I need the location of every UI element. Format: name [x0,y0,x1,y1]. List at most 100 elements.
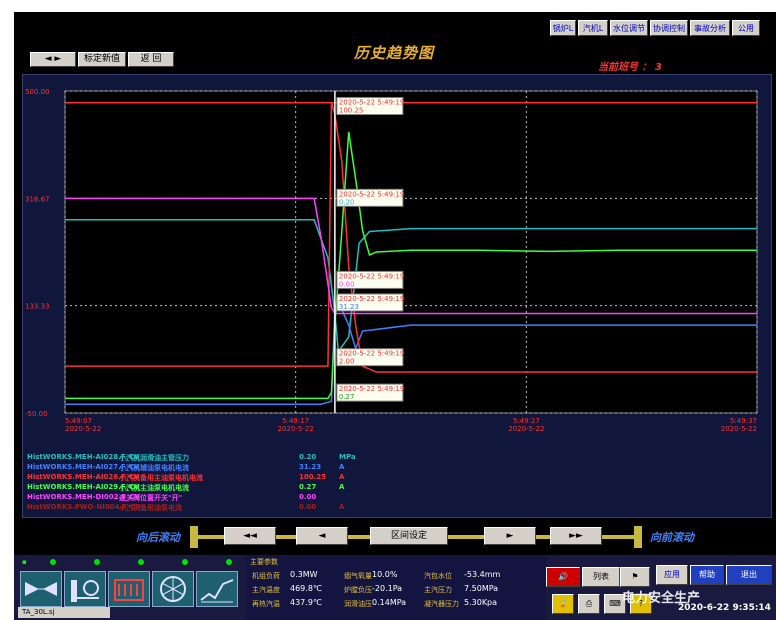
legend-desc: 小汽机备用主油泵电机电流 [119,474,203,482]
param-label: 烟气氧量 [344,572,372,580]
y-tick-label: 133.33 [25,303,50,311]
status-dot [138,559,144,565]
printer-icon[interactable]: ⎙ [578,594,600,614]
nav-common[interactable]: 公用 [732,20,760,36]
step-back-button[interactable]: ◄ [296,527,348,545]
legend-value: 0.00 [299,503,317,511]
plot-area [64,90,758,414]
y-tick-label: 500.00 [25,88,50,96]
y-tick-label: 316.67 [25,195,50,203]
param-label: 主汽温度 [252,586,280,594]
param-label: 再热汽温 [252,600,280,608]
tooltip-value: 31.23 [339,303,359,311]
legend-desc: 小汽机润滑油主管压力 [119,454,189,462]
legend-unit: A [339,473,345,481]
exit-button[interactable]: 退出 [726,565,772,585]
calibrate-button[interactable]: 标定新值 [78,52,126,67]
legend-desc: 速关阀位置开关"开" [119,494,183,502]
status-dot [94,559,100,565]
legend-value: 0.27 [299,483,317,491]
nav-coordination[interactable]: 协调控制 [650,20,688,36]
tooltip-time: 2020-5-22 5:49:19 [339,99,404,107]
param-label: 润滑油压 [344,600,372,608]
trend-chart[interactable]: 500.00316.67133.33-50.005:49:072020-5-22… [23,75,771,517]
flag-icon[interactable]: ⚑ [620,567,650,587]
fast-forward-button[interactable]: ►► [550,527,602,545]
bottom-status-bar: ▪ TA_30L.sj 主要参数 机组负荷 0.3MW 烟气氧量 10.0% 汽包水位 -… [14,555,776,620]
tooltip-time: 2020-5-22 5:49:19 [339,190,404,198]
lock-icon[interactable]: 🔒 [552,594,574,614]
heater-icon[interactable] [108,571,150,607]
main-params-title: 主要参数 [250,558,278,566]
tooltip-time: 2020-5-22 5:49:19 [339,295,404,303]
scroll-forward-label: 向前滚动 [650,531,694,544]
param-value: 0.3MW [290,570,318,579]
x-tick-date: 2020-5-22 [508,425,544,433]
param-value: -53.4mm [464,570,501,579]
x-tick-time: 5:49:27 [513,417,540,425]
status-dot [182,559,188,565]
status-dot [226,559,232,565]
legend-unit: A [339,463,345,471]
tooltip-value: 0.00 [339,280,355,288]
param-label: 汽包水位 [424,572,452,580]
taskbar-window[interactable]: TA_30L.sj [18,607,110,618]
x-tick-date: 2020-5-22 [65,425,101,433]
legend-value: 100.25 [299,473,327,481]
nav-water-level[interactable]: 水位调节 [610,20,648,36]
scroll-right-stop [634,526,642,548]
pan-arrows-button[interactable]: ◄ ► [30,52,76,67]
fan-icon[interactable] [152,571,194,607]
alarm-button[interactable]: 🔊 [546,567,580,587]
param-value: 437.9℃ [290,598,322,607]
param-value: 5.30Kpa [464,598,498,607]
legend-unit: A [339,483,345,491]
param-value: 10.0% [372,570,398,579]
param-value: 469.8℃ [290,584,322,593]
param-label: 机组负荷 [252,572,280,580]
legend-value: 0.20 [299,453,317,461]
nav-boiler[interactable]: 锅炉L [550,20,576,36]
x-tick-date: 2020-5-22 [278,425,314,433]
x-tick-time: 5:49:07 [65,417,92,425]
help-button[interactable]: 帮助 [690,565,724,585]
x-tick-time: 5:49:17 [282,417,309,425]
page-title: 历史趋势图 [354,44,435,62]
step-forward-button[interactable]: ► [484,527,536,545]
x-tick-time: 5:49:37 [730,417,757,425]
param-value: 0.14MPa [372,598,407,607]
nav-turbine[interactable]: 汽机L [578,20,608,36]
legend-value: 0.00 [299,493,317,501]
tooltip-value: 0.27 [339,393,355,401]
scroll-bar: 向后滚动 ◄◄ ◄ 区间设定 ► ►► 向前滚动 [14,522,776,552]
param-label: 主汽压力 [424,586,452,594]
shift-number: 当前班号 ： 3 [598,62,662,73]
taskbar-label: TA_30L.sj [22,608,55,616]
fast-back-button[interactable]: ◄◄ [224,527,276,545]
range-settings-button[interactable]: 区间设定 [370,527,448,545]
back-button[interactable]: 返 回 [128,52,174,67]
datetime-display: 2020-6-22 9:35:14 [678,603,771,613]
param-value: -20.1Pa [372,584,403,593]
param-label: 凝汽器压力 [424,600,459,608]
legend-unit: MPa [339,453,356,461]
status-indicator: ▪ [22,558,27,566]
scroll-left-stop [190,526,198,548]
tooltip-value: 2.00 [339,358,355,366]
legend-unit: A [339,503,345,511]
apply-button[interactable]: 应用 [656,565,688,585]
trend-panel: 500.00 316.67 133.33 -50.00 5:49:07 2020-5-22… [22,74,772,518]
valve-icon[interactable] [20,571,62,607]
nav-accident[interactable]: 事故分析 [690,20,730,36]
pump-icon[interactable] [64,571,106,607]
legend-desc: 小汽机备用油泵电流 [119,504,182,512]
hmi-screen: 锅炉L 汽机L 水位调节 协调控制 事故分析 公用 ◄ ► 标定新值 返 回 历史趋势图 … [14,12,776,620]
tooltip-value: 0.20 [339,198,355,206]
list-button[interactable]: 列表 [582,567,620,587]
param-value: 7.50MPa [464,584,499,593]
main-params-panel: 主要参数 机组负荷 0.3MW 烟气氧量 10.0% 汽包水位 -53.4mm 主汽温度 46… [246,555,546,620]
status-dot [50,559,56,565]
param-label: 炉膛负压 [344,586,372,594]
trend-icon[interactable] [196,571,238,607]
scroll-back-label: 向后滚动 [136,531,180,544]
